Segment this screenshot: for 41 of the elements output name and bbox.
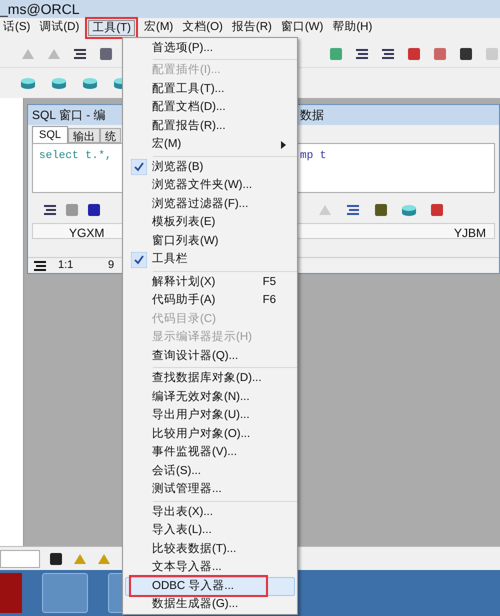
menu-option-label: 比较用户对象(O)... [152,426,250,442]
menu-option-label: 导出用户对象(U)... [152,407,250,424]
menu-option-label: 宏(M) [152,136,182,152]
menu-option-label: 文本导入器... [152,560,222,576]
menu-option-label: 导入表(L)... [152,522,212,538]
menu-option-label: 浏览器(B) [152,160,204,175]
sql-window-title: SQL 窗口 - 编 [31,107,107,124]
sql-window-title: 数据 [299,107,325,124]
code-text: mp t [300,149,328,164]
menu-option-label: 配置插件(I)... [152,62,220,78]
menu-option-label: 显示编译器提示(H) [152,330,252,346]
column-header: YJBM [453,225,488,242]
menu-option-label: 导出表(X)... [152,504,213,520]
menu-option-label: 编译无效对象(N)... [152,390,250,405]
menu-option-label: 数据生成器(G)... [152,596,238,612]
menu-option-label: 配置文档(D)... [152,100,226,116]
shortcut-text: F5 [262,274,276,290]
menu-option-label: 代码助手(A) [152,292,216,308]
menu-option-label: 测试管理器... [152,482,222,498]
menu-option-label: 浏览器过滤器(F)... [152,196,248,212]
menu-option-label: 模板列表(E) [152,214,216,230]
menu-option-label: 解释计划(X) [152,274,216,290]
window-title: _ms@ORCL [0,0,80,19]
cursor-position: 1:1 [58,258,74,274]
column-header: YGXM [68,225,106,242]
menu-option-label: 代码目录(C) [152,312,216,327]
menu-option-label: 比较表数据(T)... [152,542,236,557]
menu-option-label: 事件监视器(V)... [152,444,237,460]
menu-option-label: ODBC 导入器... [152,578,234,594]
code-text: select t.*, [38,149,113,164]
status-text: 9 [108,258,114,274]
menu-option-label: 浏览器文件夹(W)... [152,178,252,194]
menu-option-label: 配置工具(T)... [152,82,224,97]
menu-option-label: 查询设计器(Q)... [152,348,238,364]
menu-option-label: 工具栏 [152,252,188,268]
shortcut-text: F6 [262,293,276,308]
menu-option-label: 配置报告(R)... [152,118,226,134]
menu-option-label: 会话(S)... [152,464,201,479]
menu-option-label: 窗口列表(W) [152,233,219,249]
menu-option-label: 查找数据库对象(D)... [152,370,262,386]
menu-option-label: 首选项(P)... [152,40,213,56]
